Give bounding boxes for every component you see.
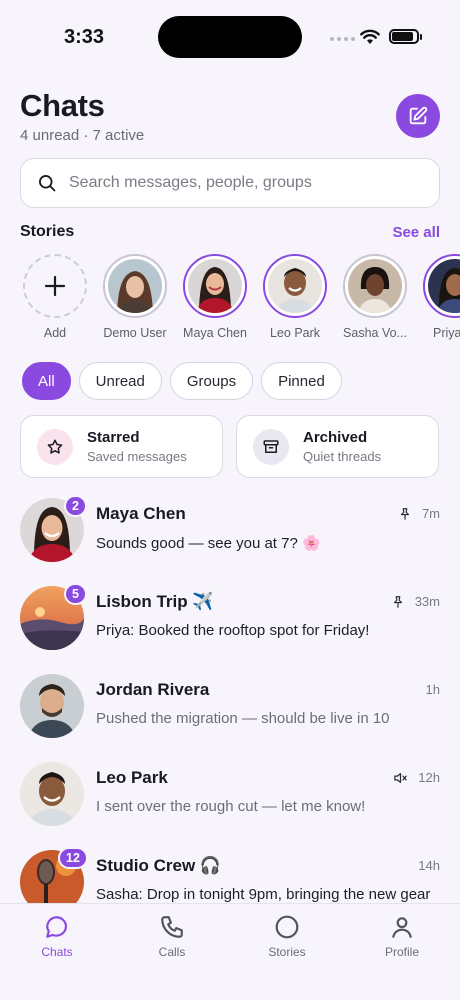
- story-label: Add: [43, 326, 67, 340]
- chat-time: 14h: [418, 858, 440, 873]
- archived-subtitle: Quiet threads: [303, 449, 382, 464]
- page-title: Chats: [20, 88, 105, 123]
- wifi-icon: [360, 29, 380, 44]
- search-icon: [39, 175, 56, 192]
- search-bar[interactable]: [20, 158, 440, 208]
- chat-row-leo-park[interactable]: Leo Park 12h I sent over the rough cut —…: [0, 762, 460, 850]
- archived-title: Archived: [303, 429, 368, 446]
- chat-row-jordan-rivera[interactable]: Jordan Rivera 1h Pushed the migration — …: [0, 674, 460, 762]
- search-input[interactable]: [69, 174, 409, 192]
- chat-time: 7m: [421, 506, 440, 521]
- chat-name: Studio Crew 🎧: [96, 856, 222, 875]
- story-ring: [263, 254, 327, 318]
- chat-preview: Priya: Booked the rooftop spot for Frida…: [96, 622, 370, 639]
- stories-heading: Stories: [20, 223, 75, 240]
- chat-meta: 12h: [393, 770, 440, 785]
- chat-time: 1h: [425, 682, 440, 697]
- chat-time: 33m: [414, 594, 440, 609]
- circle-icon: [275, 915, 299, 939]
- story-leo-park[interactable]: Leo Park: [255, 254, 335, 340]
- signal-icon: [330, 37, 355, 41]
- story-demo-user[interactable]: Demo User: [95, 254, 175, 340]
- story-label: Demo User: [103, 326, 167, 340]
- tab-label: Stories: [268, 945, 306, 959]
- chat-preview: I sent over the rough cut — let me know!: [96, 798, 366, 815]
- add-story-button[interactable]: [23, 254, 87, 318]
- unread-summary: 4 unread · 7 active: [20, 127, 145, 144]
- starred-subtitle: Saved messages: [87, 449, 187, 464]
- chat-name: Leo Park: [96, 768, 168, 787]
- story-label: Maya Chen: [183, 326, 247, 340]
- story-ring: [103, 254, 167, 318]
- avatar: [20, 674, 84, 738]
- chat-bubble-icon: [46, 916, 67, 938]
- archive-icon: [253, 428, 289, 465]
- tab-label: Chats: [41, 945, 73, 959]
- avatar: [20, 762, 84, 826]
- filter-unread[interactable]: Unread: [78, 362, 162, 400]
- story-label: Priya K: [433, 326, 460, 340]
- starred-card[interactable]: Starred Saved messages: [20, 415, 223, 478]
- chat-preview: Sounds good — see you at 7? 🌸: [96, 535, 321, 552]
- chat-name: Lisbon Trip ✈️: [96, 592, 214, 611]
- chat-row-maya-chen[interactable]: 2 Maya Chen 7m Sounds good — see you at …: [0, 495, 460, 586]
- status-time: 3:33: [64, 26, 105, 48]
- pin-icon: [393, 595, 402, 608]
- unread-badge: 5: [64, 583, 87, 605]
- filter-all[interactable]: All: [22, 362, 71, 400]
- phone-icon: [161, 916, 183, 938]
- battery-icon: [389, 29, 422, 44]
- story-ring: [423, 254, 460, 318]
- story-sasha[interactable]: Sasha Vo...: [335, 254, 415, 340]
- filter-pinned[interactable]: Pinned: [261, 362, 342, 400]
- chat-preview: Sasha: Drop in tonight 9pm, bringing the…: [96, 886, 431, 903]
- chat-meta: 7m: [398, 506, 440, 521]
- chat-time: 12h: [418, 770, 440, 785]
- tab-label: Calls: [158, 945, 186, 959]
- tab-bar: Chats Calls Stories Profile: [0, 903, 460, 1000]
- chat-row-lisbon-trip[interactable]: 5 Lisbon Trip ✈️ 33m Priya: Booked the r…: [0, 583, 460, 674]
- story-maya-chen[interactable]: Maya Chen: [175, 254, 255, 340]
- stories-row: Add Demo User Maya Chen Leo Park Sasha V…: [0, 254, 460, 344]
- starred-title: Starred: [87, 429, 140, 446]
- tab-stories[interactable]: Stories: [247, 914, 327, 959]
- status-bar: 3:33: [0, 0, 460, 76]
- plus-icon: [44, 275, 66, 297]
- star-icon: [37, 428, 73, 465]
- story-add[interactable]: Add: [15, 254, 95, 340]
- avatar: [348, 259, 402, 313]
- filter-groups[interactable]: Groups: [169, 362, 254, 400]
- chat-meta: 1h: [426, 682, 440, 697]
- filter-chips: All Unread Groups Pinned: [22, 362, 342, 400]
- story-label: Sasha Vo...: [343, 326, 407, 340]
- chat-name: Maya Chen: [96, 504, 186, 523]
- dynamic-island: [158, 16, 302, 58]
- story-label: Leo Park: [269, 326, 321, 340]
- unread-badge: 2: [64, 495, 87, 517]
- pin-icon: [400, 507, 410, 520]
- avatar: [428, 259, 460, 313]
- story-priya[interactable]: Priya K: [415, 254, 460, 340]
- person-icon: [392, 917, 412, 938]
- story-ring: [343, 254, 407, 318]
- chat-meta: 33m: [391, 594, 440, 609]
- chat-meta: 14h: [418, 858, 440, 873]
- tab-chats[interactable]: Chats: [17, 914, 97, 959]
- see-all-link[interactable]: See all: [392, 224, 440, 241]
- muted-icon: [394, 772, 408, 783]
- tab-profile[interactable]: Profile: [362, 914, 442, 959]
- compose-icon: [409, 106, 428, 125]
- chat-name: Jordan Rivera: [96, 680, 210, 699]
- unread-badge: 12: [58, 847, 88, 869]
- avatar: [108, 259, 162, 313]
- compose-button[interactable]: [396, 94, 440, 138]
- avatar: [188, 259, 242, 313]
- avatar: [268, 259, 322, 313]
- archived-card[interactable]: Archived Quiet threads: [236, 415, 439, 478]
- chat-preview: Pushed the migration — should be live in…: [96, 710, 390, 727]
- tab-calls[interactable]: Calls: [132, 914, 212, 959]
- story-ring: [183, 254, 247, 318]
- tab-label: Profile: [384, 945, 419, 959]
